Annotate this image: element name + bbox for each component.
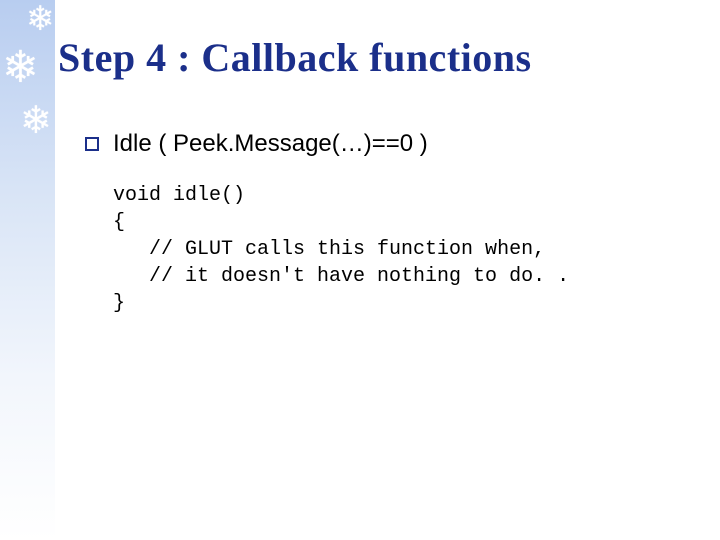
- bullet-item: Idle ( Peek.Message(…)==0 ): [85, 130, 680, 158]
- snowflake-icon: ❄: [26, 2, 55, 36]
- side-decoration: ❄ ❄ ❄: [0, 0, 55, 540]
- slide: ❄ ❄ ❄ Step 4 : Callback functions Idle (…: [0, 0, 720, 540]
- bullet-icon: [85, 137, 99, 151]
- bullet-text: Idle ( Peek.Message(…)==0 ): [113, 130, 428, 158]
- slide-body: Idle ( Peek.Message(…)==0 ) void idle() …: [85, 130, 680, 317]
- snowflake-icon: ❄: [2, 46, 39, 90]
- snowflake-icon: ❄: [20, 102, 52, 140]
- code-block: void idle() { // GLUT calls this functio…: [113, 182, 680, 317]
- slide-title: Step 4 : Callback functions: [58, 34, 700, 81]
